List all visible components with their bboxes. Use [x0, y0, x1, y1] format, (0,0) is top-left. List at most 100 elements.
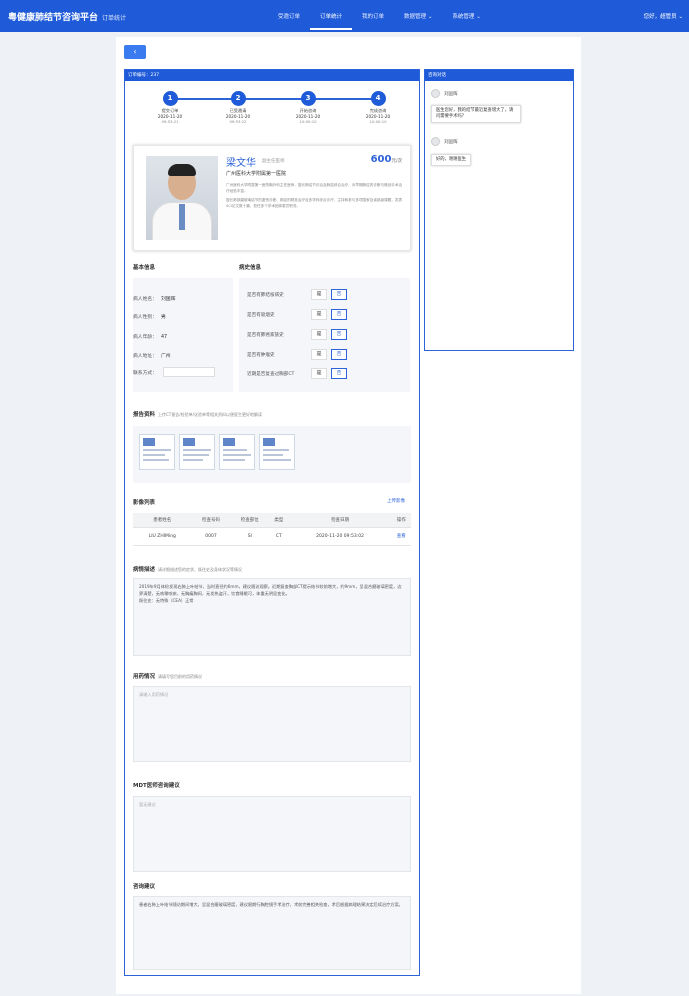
history-question: 是否有肺癌家族史 — [247, 333, 284, 338]
patient-phone-field[interactable] — [163, 367, 215, 377]
thumb-line — [183, 459, 203, 461]
step-time: 10:00:10 — [369, 119, 387, 124]
step-4: 4 完成咨询 2020-11-20 10:00:10 — [348, 91, 408, 124]
price-unit: 元/次 — [391, 159, 402, 164]
chat-bubble: 好的，谢谢医生 — [431, 154, 472, 166]
progress-line — [170, 98, 378, 100]
history-yes-button[interactable]: 是 — [311, 289, 327, 300]
patient-gender-row: 病人性别： 男 — [133, 313, 166, 320]
report-thumbnail[interactable] — [139, 434, 175, 470]
column-header: 类型 — [269, 513, 289, 528]
app-brand[interactable]: 粤健康肺结节咨询平台 订单统计 — [8, 10, 126, 23]
cell-part: SI — [230, 527, 270, 546]
doctor-photo — [146, 156, 218, 240]
thumb-line — [183, 454, 209, 456]
history-yes-button[interactable]: 是 — [311, 329, 327, 340]
step-time: 09:53:22 — [229, 119, 247, 124]
medication-title: 用药情况 请填写您目前的用药情况 — [133, 672, 202, 680]
nav-item-data-label: 数据管理 — [404, 14, 427, 20]
nav-item-system[interactable]: 系统管理 ⌄ — [442, 0, 490, 32]
main-nav: 受邀订单 订单统计 我的订单 数据管理 ⌄ 系统管理 ⌄ — [268, 0, 491, 32]
history-no-button[interactable]: 否 — [331, 309, 347, 320]
user-greeting: 您好，超管员 — [643, 14, 677, 20]
images-table: 患者姓名 检查号码 检查部位 类型 检查日期 操作 LIU ZHIMing 00… — [133, 513, 411, 546]
mdt-textarea[interactable]: 暂无建议 — [133, 796, 411, 872]
condition-extra: 既往史：无特殊（CEA）正常 — [139, 598, 194, 603]
basic-info-title: 基本信息 — [133, 265, 156, 271]
patient-gender-label: 病人性别： — [133, 315, 157, 320]
history-no-button[interactable]: 否 — [331, 289, 347, 300]
chevron-left-icon: ‹ — [133, 47, 137, 56]
history-no-button[interactable]: 否 — [331, 349, 347, 360]
user-menu[interactable]: 您好，超管员 ⌄ — [644, 12, 683, 20]
thumb-line — [143, 454, 165, 456]
thumb-line — [263, 454, 283, 456]
history-question: 是否有肺结核病史 — [247, 293, 284, 298]
nav-item-statistics[interactable]: 订单统计 — [310, 0, 353, 30]
step-number: 3 — [300, 91, 316, 106]
upload-images-link[interactable]: 上传影像 — [387, 498, 405, 504]
avatar-icon — [431, 89, 440, 98]
nav-item-system-label: 系统管理 — [452, 14, 475, 20]
doctor-desc-1: 广州医科大学附属第一医院胸外科主任医师，擅长肺结节诊治及肺癌综合治疗，对早期肺癌… — [226, 183, 403, 193]
avatar-icon — [431, 137, 440, 146]
chat-message-meta: 刘国辉 — [431, 137, 458, 146]
history-yes-button[interactable]: 是 — [311, 368, 327, 379]
thumb-line — [263, 449, 289, 451]
table-header-row: 患者姓名 检查号码 检查部位 类型 检查日期 操作 — [133, 513, 411, 528]
chevron-down-icon: ⌄ — [476, 14, 481, 20]
thumb-line — [263, 459, 291, 461]
thumb-line — [183, 449, 211, 451]
history-yes-button[interactable]: 是 — [311, 349, 327, 360]
column-header: 检查部位 — [230, 513, 270, 528]
photo-tie — [179, 204, 185, 230]
cell-patient: LIU ZHIMing — [133, 527, 192, 546]
report-hint: 上传CT报告/检验单/化验单等相关资料以便医生更好地解读 — [158, 412, 262, 417]
thumb-block — [143, 438, 155, 446]
condition-textarea[interactable]: 2019年9月体检发现右肺上叶结节，当时直径约6mm，建议随访观察。近期复查胸部… — [133, 578, 411, 656]
step-1: 1 提交订单 2020-11-20 09:53:21 — [140, 91, 200, 124]
chat-bubble: 医生您好，我的结节最近复查增大了，请问需要手术吗？ — [431, 105, 521, 123]
patient-age-label: 病人年龄： — [133, 335, 157, 340]
doctor-hospital: 广州医科大学附属第一医院 — [226, 171, 287, 177]
medication-hint: 请填写您目前的用药情况 — [158, 674, 203, 679]
report-thumbnail[interactable] — [179, 434, 215, 470]
patient-gender: 男 — [161, 315, 166, 320]
doctor-name: 梁文华 — [226, 158, 256, 169]
report-thumbnail[interactable] — [219, 434, 255, 470]
order-detail-panel: 订单编号：237 1 提交订单 2020-11-20 09:53:21 2 已受… — [124, 69, 420, 976]
chat-header: 咨询对话 — [425, 70, 573, 81]
price-value: 600 — [370, 154, 392, 165]
advice-title: 咨询建议 — [133, 884, 156, 890]
history-question: 是否有吸烟史 — [247, 313, 275, 318]
step-3: 3 开始咨询 2020-11-20 10:00:10 — [278, 91, 338, 124]
column-header: 检查日期 — [288, 513, 392, 528]
patient-phone-label: 联系方式： — [133, 371, 157, 376]
history-yes-button[interactable]: 是 — [311, 309, 327, 320]
doctor-price: 600元/次 — [371, 154, 402, 165]
medication-title-text: 用药情况 — [133, 674, 156, 680]
thumb-line — [223, 454, 251, 456]
nav-item-my-orders[interactable]: 我的订单 — [352, 0, 394, 32]
back-button[interactable]: ‹ — [124, 45, 146, 59]
top-navbar: 粤健康肺结节咨询平台 订单统计 受邀订单 订单统计 我的订单 数据管理 ⌄ 系统管… — [0, 0, 689, 32]
medication-textarea[interactable]: 请输入用药情况 — [133, 686, 411, 762]
thumb-block — [183, 438, 195, 446]
step-number: 4 — [370, 91, 386, 106]
chat-panel: 咨询对话 刘国辉 医生您好，我的结节最近复查增大了，请问需要手术吗？ 刘国辉 好… — [424, 69, 574, 351]
patient-name-row: 病人姓名： 刘国辉 — [133, 295, 175, 302]
step-time: 10:00:10 — [299, 119, 317, 124]
thumb-line — [143, 449, 171, 451]
advice-textarea[interactable]: 患者右肺上叶结节随访期间增大，呈混合磨玻璃密度，建议限期行胸腔镜手术治疗，术前完… — [133, 896, 411, 970]
patient-name: 刘国辉 — [161, 297, 176, 302]
report-title: 报告资料 上传CT报告/检验单/化验单等相关资料以便医生更好地解读 — [133, 410, 262, 418]
report-thumbnail[interactable] — [259, 434, 295, 470]
view-image-link[interactable]: 查看 — [391, 527, 411, 546]
step-2: 2 已受邀请 2020-11-20 09:53:22 — [208, 91, 268, 124]
history-no-button[interactable]: 否 — [331, 329, 347, 340]
history-no-button[interactable]: 否 — [331, 368, 347, 379]
nav-item-invited[interactable]: 受邀订单 — [268, 0, 310, 32]
condition-hint: 请详细描述您的症状、既往史及身体状况等情况 — [158, 567, 243, 572]
report-title-text: 报告资料 — [133, 412, 156, 418]
nav-item-data[interactable]: 数据管理 ⌄ — [394, 0, 442, 32]
